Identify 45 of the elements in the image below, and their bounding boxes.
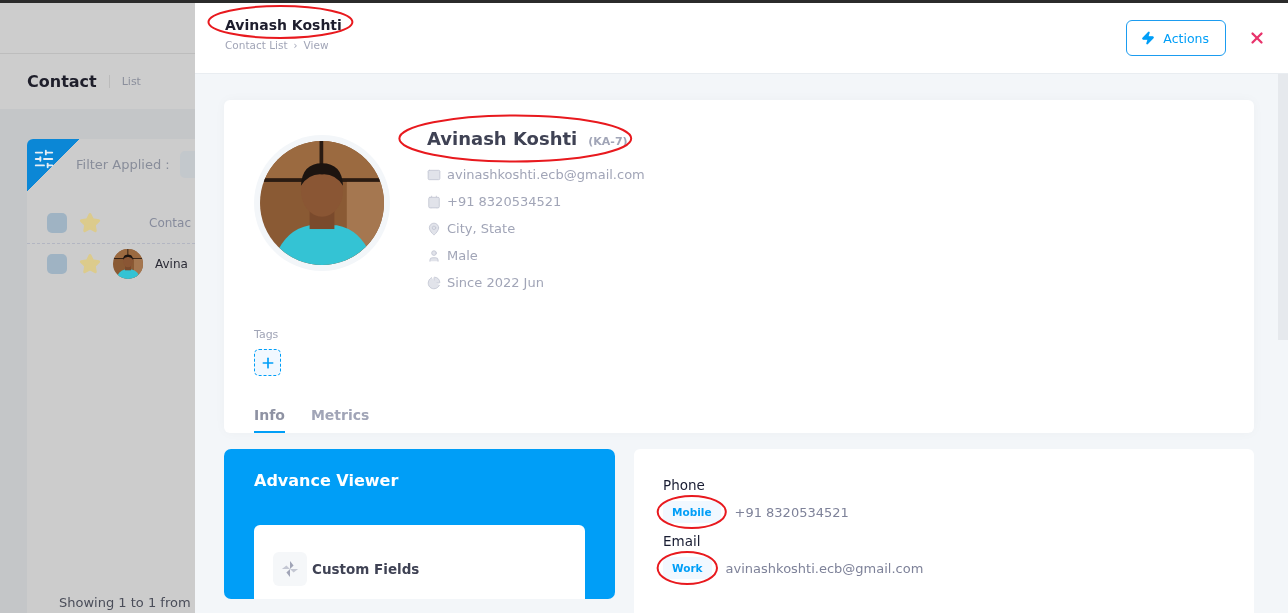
- section-label: Phone: [663, 477, 706, 493]
- tags-label: Tags: [254, 328, 279, 341]
- contact-name: Avinash Koshti: [427, 128, 578, 149]
- page-subtitle: List: [108, 75, 141, 88]
- row-checkbox[interactable]: [47, 254, 67, 274]
- tab[interactable]: Metrics: [310, 407, 370, 433]
- column-header: Contac: [149, 216, 191, 230]
- drawer-title: Avinash Koshti: [225, 17, 342, 33]
- contact-code: (KA-7): [588, 135, 628, 148]
- map-pin-icon: [427, 221, 441, 236]
- section-label: Email: [663, 533, 702, 549]
- person-icon: [427, 248, 441, 263]
- filter-chip[interactable]: [179, 150, 195, 178]
- contact-card-icon: [427, 194, 441, 209]
- detail-text: avinashkoshti.ecb@gmail.com: [447, 167, 645, 182]
- viewer-item[interactable]: Custom Fields: [312, 561, 420, 577]
- breadcrumb-item: View: [303, 39, 329, 51]
- type-badge: Mobile: [663, 501, 721, 523]
- detail-text: Male: [447, 248, 478, 263]
- pinwheel-icon: [281, 560, 299, 578]
- detail-text: +91 8320534521: [447, 194, 562, 209]
- contact-name[interactable]: Avina: [155, 257, 188, 271]
- star-icon[interactable]: [79, 253, 101, 275]
- star-icon[interactable]: [79, 212, 101, 234]
- scrollbar[interactable]: [1278, 74, 1288, 340]
- pie-chart-icon: [427, 275, 441, 290]
- lightning-icon: [1141, 31, 1156, 45]
- envelope-icon: [427, 167, 441, 182]
- card-title: Advance Viewer: [254, 471, 400, 490]
- detail-text: City, State: [447, 221, 516, 236]
- breadcrumb-item[interactable]: Contact List: [225, 39, 288, 51]
- tab[interactable]: Info: [254, 407, 285, 433]
- close-button[interactable]: [1248, 29, 1266, 47]
- type-badge: Work: [663, 557, 712, 579]
- breadcrumb-separator: ›: [293, 39, 298, 51]
- detail-text: Since 2022 Jun: [447, 275, 544, 290]
- filter-icon[interactable]: [33, 148, 55, 170]
- entry-value: +91 8320534521: [734, 504, 849, 520]
- entry-value: avinashkoshti.ecb@gmail.com: [725, 560, 924, 576]
- filter-label: Filter Applied :: [76, 156, 170, 172]
- add-tag-button[interactable]: [254, 349, 281, 376]
- page-title: Contact: [27, 72, 97, 91]
- actions-button[interactable]: Actions: [1126, 20, 1226, 56]
- pagination-info: Showing 1 to 1 from: [59, 595, 191, 610]
- select-all-checkbox[interactable]: [47, 213, 67, 233]
